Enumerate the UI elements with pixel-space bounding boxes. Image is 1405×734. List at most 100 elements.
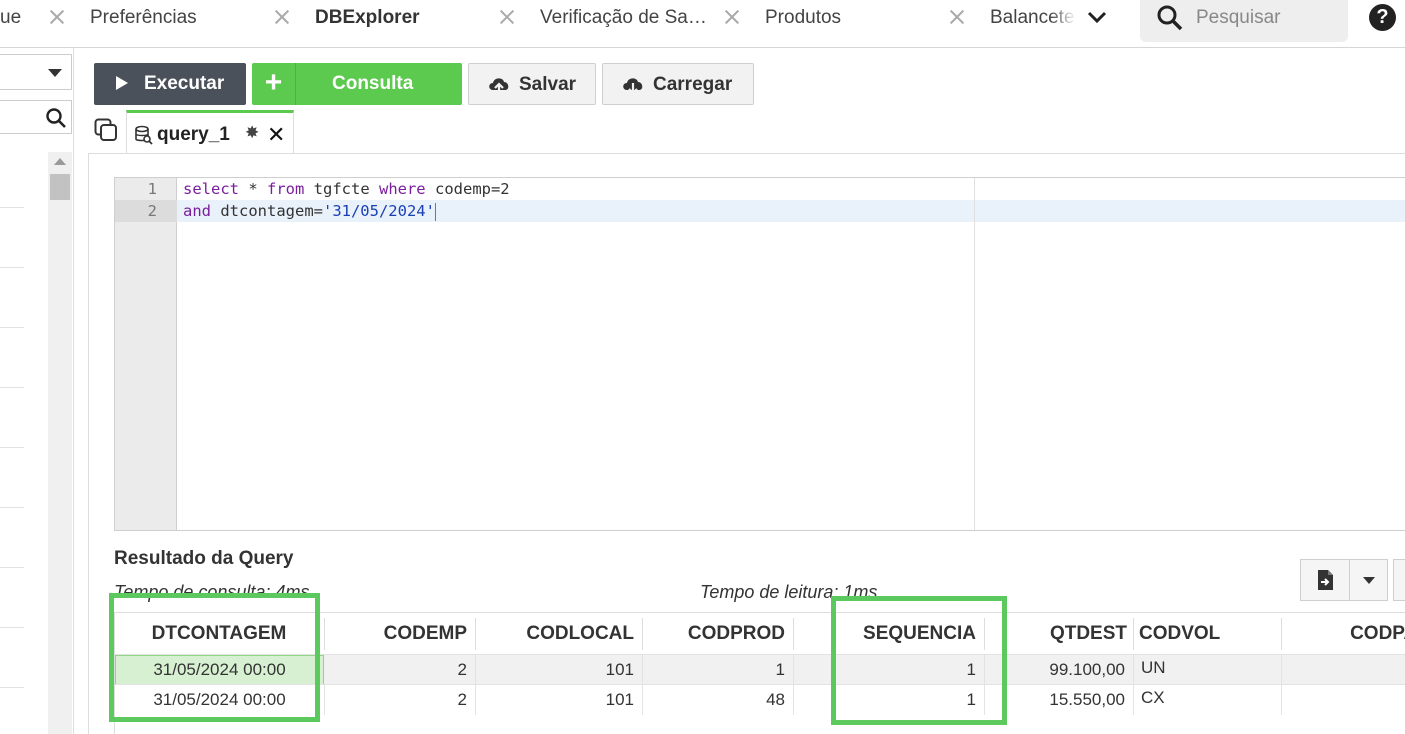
- table-cell[interactable]: 15.550,00: [985, 685, 1133, 715]
- chevron-down-icon[interactable]: [1086, 6, 1108, 28]
- list-item[interactable]: [0, 328, 24, 388]
- line-gutter: 1 2: [115, 178, 177, 530]
- line-number: 1: [147, 180, 157, 198]
- tab-label: Balancete: [990, 7, 1075, 28]
- tab-query-1[interactable]: query_1 ✸ ✕: [126, 110, 294, 154]
- column-header-codpar[interactable]: CODPAR: [1282, 614, 1405, 654]
- tab-dbexplorer[interactable]: DBExplorer: [315, 0, 485, 36]
- list-item[interactable]: [0, 508, 24, 568]
- list-item[interactable]: [0, 268, 24, 328]
- highlight-box-dtcontagem: [109, 593, 320, 722]
- tab-ue[interactable]: ue: [0, 0, 40, 36]
- search-input[interactable]: Pesquisar: [1140, 0, 1348, 42]
- table-cell[interactable]: 101: [476, 655, 642, 685]
- code-text: tgfcte: [304, 180, 379, 198]
- column-header-codlocal[interactable]: CODLOCAL: [476, 614, 642, 654]
- left-select[interactable]: [0, 54, 72, 90]
- tab-verificacao[interactable]: Verificação de Sa…: [540, 0, 718, 36]
- execute-label: Executar: [144, 73, 225, 94]
- execute-button[interactable]: Executar: [94, 63, 246, 105]
- new-query-button[interactable]: + Consulta: [252, 63, 462, 105]
- results-title: Resultado da Query: [114, 548, 294, 569]
- print-margin: [974, 178, 975, 530]
- column-header-qtdest[interactable]: QTDEST: [985, 614, 1135, 654]
- list-item[interactable]: [0, 568, 24, 628]
- list-item[interactable]: [0, 148, 24, 208]
- scroll-up-icon[interactable]: [54, 158, 66, 165]
- top-tab-bar: ue Preferências DBExplorer Verificação d…: [0, 0, 1405, 48]
- plus-icon: +: [252, 63, 296, 105]
- highlight-box-sequencia: [831, 596, 1007, 725]
- save-label: Salvar: [519, 74, 577, 95]
- keyword: where: [378, 180, 426, 198]
- left-scrollbar[interactable]: [48, 152, 72, 734]
- help-icon[interactable]: ?: [1369, 4, 1396, 31]
- search-icon: [46, 108, 66, 128]
- list-item[interactable]: [0, 208, 24, 268]
- tab-label: ue: [0, 7, 22, 28]
- cloud-download-icon: [623, 78, 643, 95]
- tab-close-icon[interactable]: [946, 6, 968, 28]
- scroll-thumb[interactable]: [50, 174, 70, 200]
- table-cell[interactable]: [1282, 655, 1405, 685]
- divider: [1349, 560, 1350, 600]
- column-header-codvol[interactable]: CODVOL: [1131, 614, 1281, 654]
- code-line[interactable]: select * from tgfcte where codemp=2: [177, 178, 1405, 200]
- caret-down-icon[interactable]: [1363, 577, 1375, 584]
- table-cell[interactable]: 1: [643, 655, 793, 685]
- tab-label: DBExplorer: [315, 7, 420, 28]
- export-file-icon: [1318, 570, 1333, 590]
- keyword: from: [267, 180, 305, 198]
- search-placeholder: Pesquisar: [1196, 7, 1281, 28]
- save-button[interactable]: Salvar: [468, 63, 596, 105]
- cloud-upload-icon: [489, 78, 509, 94]
- tab-close-icon[interactable]: [271, 6, 293, 28]
- search-icon: [1157, 5, 1183, 31]
- tab-preferencias[interactable]: Preferências: [90, 0, 260, 36]
- tab-balancete[interactable]: Balancete: [990, 0, 1076, 36]
- keyword: select: [183, 180, 239, 198]
- export-button[interactable]: [1300, 559, 1388, 601]
- table-cell[interactable]: 2: [325, 685, 475, 715]
- copy-icon[interactable]: [94, 118, 118, 142]
- list-item[interactable]: [0, 628, 24, 688]
- play-icon: [116, 76, 128, 90]
- left-search-input[interactable]: [0, 100, 72, 134]
- column-header-codprod[interactable]: CODPROD: [643, 614, 793, 654]
- caret-down-icon: [48, 69, 62, 77]
- string-literal: '31/05/2024': [322, 202, 435, 220]
- tab-close-icon[interactable]: [496, 6, 518, 28]
- load-label: Carregar: [653, 74, 733, 95]
- code-line[interactable]: and dtcontagem='31/05/2024': [177, 200, 1405, 222]
- close-icon[interactable]: ✕: [267, 122, 285, 148]
- load-button[interactable]: Carregar: [602, 63, 754, 105]
- left-list: [0, 148, 24, 688]
- table-cell[interactable]: 2: [325, 655, 475, 685]
- tab-close-icon[interactable]: [721, 6, 743, 28]
- table-cell[interactable]: CX: [1133, 685, 1281, 715]
- code-text: codemp=2: [425, 180, 510, 198]
- table-cell[interactable]: 99.100,00: [985, 655, 1133, 685]
- tab-close-icon[interactable]: [46, 6, 68, 28]
- table-cell[interactable]: [1282, 685, 1405, 715]
- column-header-codemp[interactable]: CODEMP: [325, 614, 475, 654]
- text-cursor: [434, 202, 436, 221]
- tab-produtos[interactable]: Produtos: [765, 0, 935, 36]
- tab-label: Produtos: [765, 7, 842, 28]
- table-cell[interactable]: UN: [1133, 655, 1281, 685]
- tab-label: Preferências: [90, 7, 197, 28]
- list-item[interactable]: [0, 388, 24, 448]
- column-header-label: CODPAR: [1350, 623, 1405, 644]
- query-tab-label: query_1: [157, 124, 230, 145]
- query-label: Consulta: [332, 73, 414, 94]
- modified-icon: ✸: [245, 123, 260, 142]
- sql-editor[interactable]: 1 2 select * from tgfcte where codemp=2 …: [114, 177, 1405, 531]
- list-item[interactable]: [0, 448, 24, 508]
- keyword: and: [183, 202, 211, 220]
- database-search-icon: [135, 125, 153, 145]
- line-number: 2: [115, 200, 177, 222]
- table-cell[interactable]: 48: [643, 685, 793, 715]
- more-tools-button[interactable]: [1393, 559, 1405, 601]
- left-panel: [0, 48, 74, 734]
- table-cell[interactable]: 101: [476, 685, 642, 715]
